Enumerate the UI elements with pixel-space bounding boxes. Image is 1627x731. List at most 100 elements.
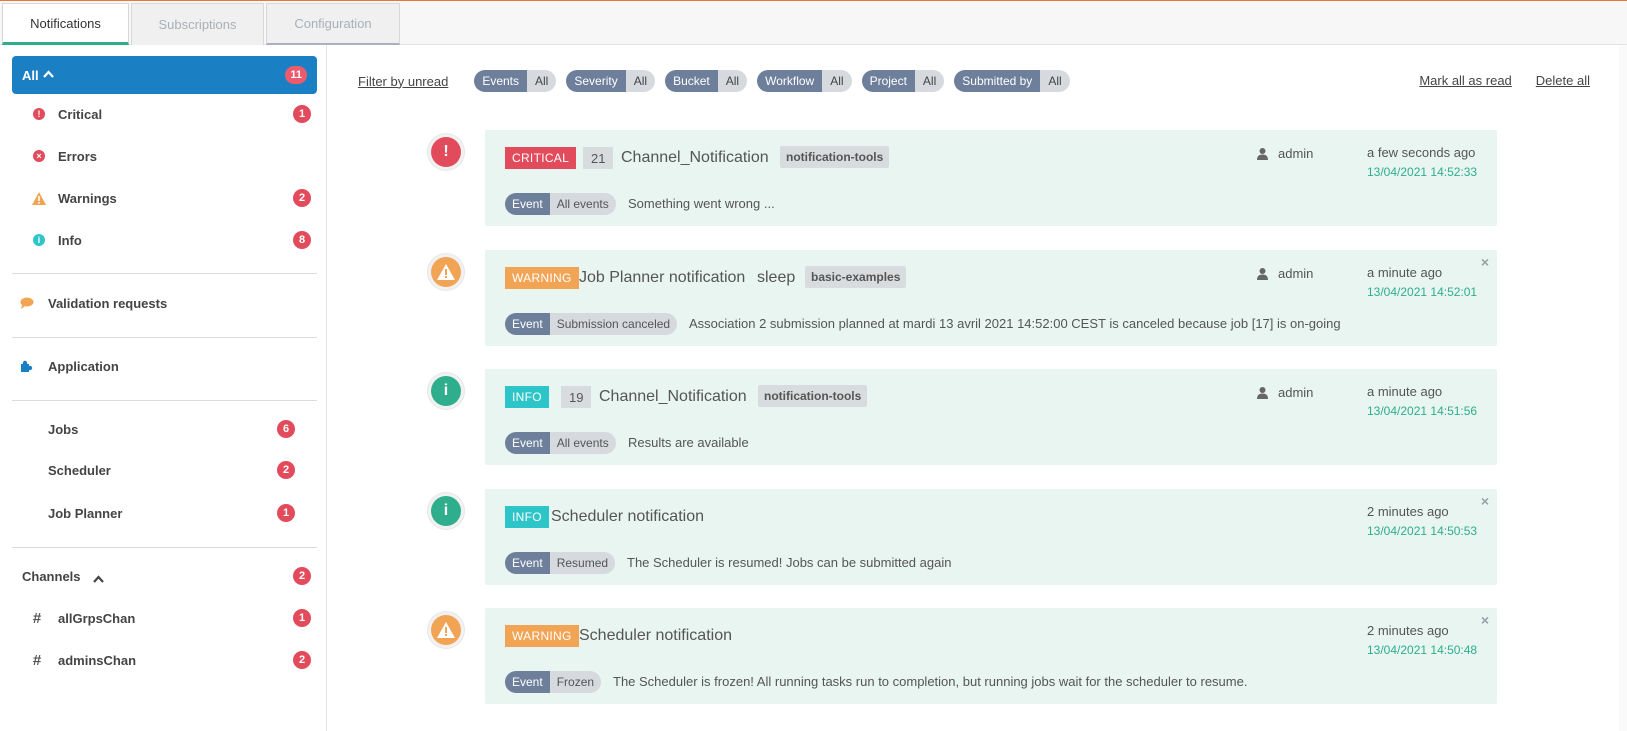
severity-badge: WARNING	[505, 625, 579, 647]
notification-subtitle: sleep	[757, 269, 796, 286]
sidebar-item-application[interactable]: Application	[12, 351, 317, 381]
notification-card[interactable]: WARNING Scheduler notification 2 minutes…	[485, 608, 1497, 704]
sidebar-item-critical[interactable]: ! Critical 1	[12, 99, 317, 129]
timestamp: 13/04/2021 14:52:33	[1367, 165, 1478, 179]
event-label: Event	[505, 552, 550, 574]
notification-row[interactable]: WARNING Job Planner notification sleep b…	[428, 250, 1498, 346]
relative-time: 2 minutes ago	[1367, 623, 1449, 638]
event-type: All events	[549, 432, 616, 454]
user-name: admin	[1278, 266, 1314, 281]
notification-card[interactable]: INFO 19 Channel_Notification notificatio…	[485, 369, 1497, 465]
notification-row[interactable]: WARNING Scheduler notification 2 minutes…	[428, 608, 1498, 704]
event-pill: Event Submission canceled	[505, 313, 678, 335]
sidebar-item-channel-adminschan[interactable]: # adminsChan 2	[12, 645, 317, 675]
tab-subscriptions[interactable]: Subscriptions	[131, 3, 264, 45]
filter-bucket[interactable]: Bucket All	[665, 70, 748, 92]
notification-title: Channel_Notification	[621, 149, 769, 166]
chevron-up-icon	[93, 571, 104, 586]
scrollbar[interactable]	[1619, 45, 1627, 731]
notification-card[interactable]: WARNING Job Planner notification sleep b…	[485, 250, 1497, 346]
filter-bar: Filter by unread Events All Severity All B…	[358, 70, 1080, 92]
event-pill: Event Frozen	[505, 671, 602, 693]
sidebar-item-label: Errors	[58, 148, 98, 164]
warning-triangle-icon	[428, 254, 464, 290]
user-name: admin	[1278, 146, 1314, 161]
relative-time: a minute ago	[1367, 265, 1443, 280]
sidebar-item-label: adminsChan	[58, 652, 137, 668]
filter-by-unread-link[interactable]: Filter by unread	[358, 74, 448, 89]
relative-time: 2 minutes ago	[1367, 504, 1449, 519]
hash-icon: #	[32, 651, 42, 669]
filter-key: Severity	[566, 70, 626, 92]
sidebar-item-label: Warnings	[58, 190, 117, 206]
severity-badge: CRITICAL	[505, 147, 577, 169]
info-circle-icon: i	[428, 373, 464, 409]
divider	[12, 547, 317, 548]
timestamp: 13/04/2021 14:50:48	[1367, 643, 1478, 657]
warning-triangle-icon	[428, 612, 464, 648]
sidebar-item-job-planner[interactable]: Job Planner 1	[12, 498, 317, 528]
sidebar-item-label: All	[22, 67, 39, 83]
sidebar-item-label: Critical	[58, 106, 103, 122]
sidebar-item-jobs[interactable]: Jobs 6	[12, 414, 317, 444]
tab-notifications[interactable]: Notifications	[2, 3, 129, 45]
severity-badge: INFO	[505, 506, 549, 528]
relative-time: a few seconds ago	[1367, 145, 1476, 160]
sidebar-item-channels[interactable]: Channels 2	[12, 561, 317, 591]
filter-key: Events	[474, 70, 528, 92]
hash-icon: #	[32, 609, 42, 627]
count-badge: 1	[293, 609, 311, 627]
notification-row[interactable]: ! CRITICAL 21 Channel_Notification notif…	[428, 130, 1498, 226]
close-icon[interactable]: ×	[1481, 493, 1489, 509]
sidebar: All 11 ! Critical 1 × Errors Warnings 2 …	[0, 45, 327, 731]
sidebar-item-info[interactable]: i Info 8	[12, 225, 317, 255]
sidebar-item-label: Info	[58, 232, 82, 248]
sidebar-item-scheduler[interactable]: Scheduler 2	[12, 455, 317, 485]
filter-key: Workflow	[757, 70, 823, 92]
event-type: All events	[549, 193, 616, 215]
filter-value: All	[717, 70, 748, 92]
mark-all-as-read-link[interactable]: Mark all as read	[1419, 73, 1511, 88]
close-icon[interactable]: ×	[1481, 612, 1489, 628]
timestamp: 13/04/2021 14:51:56	[1367, 404, 1478, 418]
event-label: Event	[505, 432, 550, 454]
sidebar-item-label: Application	[48, 358, 119, 374]
notification-user: admin	[1257, 146, 1313, 161]
sidebar-item-label: Job Planner	[48, 505, 123, 521]
filter-submitted-by[interactable]: Submitted by All	[954, 70, 1070, 92]
filter-workflow[interactable]: Workflow All	[757, 70, 852, 92]
filter-key: Submitted by	[954, 70, 1041, 92]
sidebar-item-validation-requests[interactable]: Validation requests	[12, 288, 317, 318]
filter-severity[interactable]: Severity All	[566, 70, 656, 92]
filter-value: All	[1040, 70, 1070, 92]
notification-row[interactable]: i INFO 19 Channel_Notification notificat…	[428, 369, 1498, 465]
divider	[12, 337, 317, 338]
count-badge: 2	[293, 651, 311, 669]
notification-message: Something went wrong ...	[628, 196, 775, 211]
notification-message: Results are available	[628, 435, 749, 450]
delete-all-link[interactable]: Delete all	[1536, 73, 1590, 88]
sidebar-item-errors[interactable]: × Errors	[12, 141, 317, 171]
notification-card[interactable]: INFO Scheduler notification 2 minutes ag…	[485, 489, 1497, 585]
notification-message: Association 2 submission planned at mard…	[689, 316, 1341, 331]
sidebar-item-warnings[interactable]: Warnings 2	[12, 183, 317, 213]
notification-row[interactable]: i INFO Scheduler notification 2 minutes …	[428, 489, 1498, 585]
filter-key: Project	[861, 70, 915, 92]
event-pill: Event All events	[505, 432, 616, 454]
divider	[12, 273, 317, 274]
notification-card[interactable]: CRITICAL 21 Channel_Notification notific…	[485, 130, 1497, 226]
chevron-up-icon	[42, 69, 54, 81]
close-icon[interactable]: ×	[1481, 254, 1489, 270]
notification-title: Scheduler notification	[551, 508, 704, 525]
user-icon	[1257, 267, 1268, 280]
event-pill: Event All events	[505, 193, 616, 215]
sidebar-item-all[interactable]: All 11	[12, 56, 317, 94]
filter-project[interactable]: Project All	[861, 70, 945, 92]
warning-triangle-icon	[32, 191, 46, 205]
tab-configuration[interactable]: Configuration	[266, 3, 400, 45]
times-circle-icon: ×	[32, 149, 46, 163]
sidebar-item-channel-allgrpschan[interactable]: # allGrpsChan 1	[12, 603, 317, 633]
count-badge: 11	[285, 66, 307, 84]
filter-events[interactable]: Events All	[474, 70, 557, 92]
sidebar-item-label: Scheduler	[48, 462, 111, 478]
